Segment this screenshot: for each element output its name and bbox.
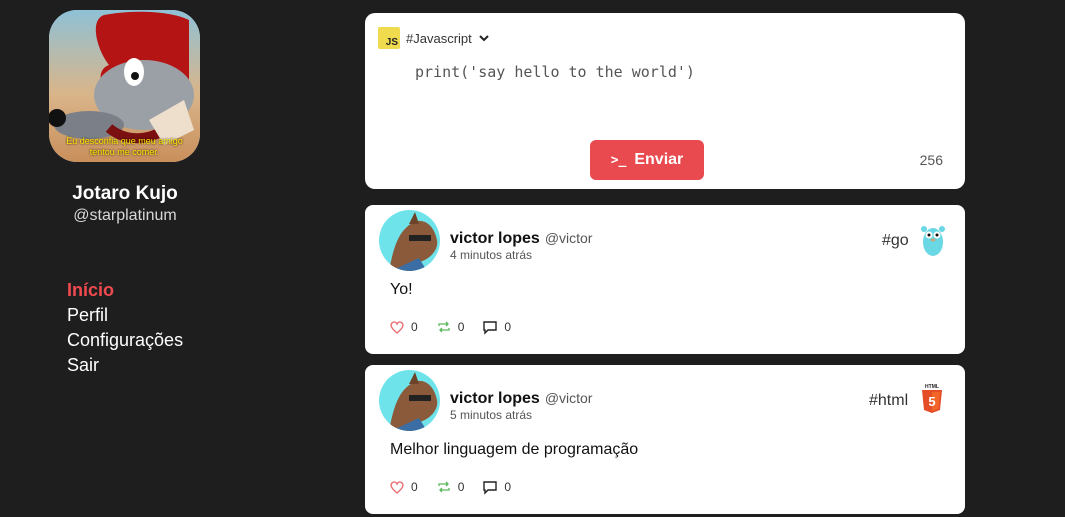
repost-icon <box>438 481 450 493</box>
comment-icon <box>483 481 498 495</box>
avatar-caption-line-2: tentou me comer. <box>89 147 160 157</box>
like-button[interactable]: 0 <box>389 479 418 495</box>
post-timestamp: 4 minutos atrás <box>450 248 533 262</box>
post-composer: JS #Javascript print('say hello to the w… <box>365 13 965 189</box>
post-card: victor lopes @victor 5 minutos atrás #ht… <box>365 365 965 514</box>
horse-avatar-icon <box>389 372 438 431</box>
go-gopher-icon <box>921 226 945 256</box>
comment-count: 0 <box>504 320 512 334</box>
post-author: victor lopes @victor <box>450 230 592 248</box>
send-button-label: Enviar <box>634 151 684 168</box>
html5-icon: HTML 5 <box>922 384 942 413</box>
nav-item-home[interactable]: Início <box>67 278 183 303</box>
character-counter: 256 <box>919 152 943 168</box>
avatar-caption-line-1: Eu desconfia que meu amigo <box>66 136 183 146</box>
author-handle[interactable]: @victor <box>545 230 593 246</box>
post-text: Melhor linguagem de programação <box>390 441 639 458</box>
chevron-down-icon <box>479 35 489 42</box>
post-card: victor lopes @victor 4 minutos atrás #go… <box>365 205 965 354</box>
nav-item-settings[interactable]: Configurações <box>67 328 183 353</box>
language-select-value: #Javascript <box>406 30 472 46</box>
send-button[interactable]: >_ Enviar <box>590 140 704 180</box>
repost-icon <box>438 321 450 333</box>
profile-handle: @starplatinum <box>73 207 177 224</box>
comment-count: 0 <box>504 480 512 494</box>
svg-text:5: 5 <box>928 394 935 409</box>
heart-icon <box>390 481 404 494</box>
post-tag[interactable]: #html <box>869 392 908 410</box>
sidebar-nav: Início Perfil Configurações Sair <box>67 278 183 378</box>
nav-item-profile[interactable]: Perfil <box>67 303 183 328</box>
comment-button[interactable]: 0 <box>482 479 511 495</box>
comment-icon <box>483 321 498 335</box>
avatar-caption: Eu desconfia que meu amigo tentou me com… <box>49 136 200 158</box>
like-count: 0 <box>411 320 418 334</box>
post-timestamp: 5 minutos atrás <box>450 408 533 422</box>
post-actions: 0 0 0 <box>389 479 511 495</box>
repost-button[interactable]: 0 <box>436 319 465 335</box>
svg-text:HTML: HTML <box>925 384 939 390</box>
post-author: victor lopes @victor <box>450 390 592 408</box>
repost-count: 0 <box>457 320 465 334</box>
repost-count: 0 <box>457 480 465 494</box>
repost-button[interactable]: 0 <box>436 479 465 495</box>
profile-name: Jotaro Kujo <box>72 183 178 204</box>
profile-avatar[interactable]: Eu desconfia que meu amigo tentou me com… <box>49 10 200 162</box>
author-avatar[interactable] <box>379 370 440 431</box>
language-select[interactable]: JS #Javascript <box>378 27 490 49</box>
post-tag[interactable]: #go <box>882 232 909 250</box>
author-name[interactable]: victor lopes <box>450 230 540 248</box>
terminal-icon: >_ <box>610 152 627 168</box>
author-handle[interactable]: @victor <box>545 390 593 406</box>
code-input[interactable]: print('say hello to the world') <box>415 63 695 81</box>
post-actions: 0 0 0 <box>389 319 511 335</box>
author-name[interactable]: victor lopes <box>450 390 540 408</box>
like-button[interactable]: 0 <box>389 319 418 335</box>
post-text: Yo! <box>390 281 413 298</box>
heart-icon <box>390 321 404 334</box>
comment-button[interactable]: 0 <box>482 319 511 335</box>
javascript-icon: JS <box>378 27 400 49</box>
like-count: 0 <box>411 480 418 494</box>
author-avatar[interactable] <box>379 210 440 271</box>
horse-avatar-icon <box>389 212 438 271</box>
nav-item-logout[interactable]: Sair <box>67 353 183 378</box>
